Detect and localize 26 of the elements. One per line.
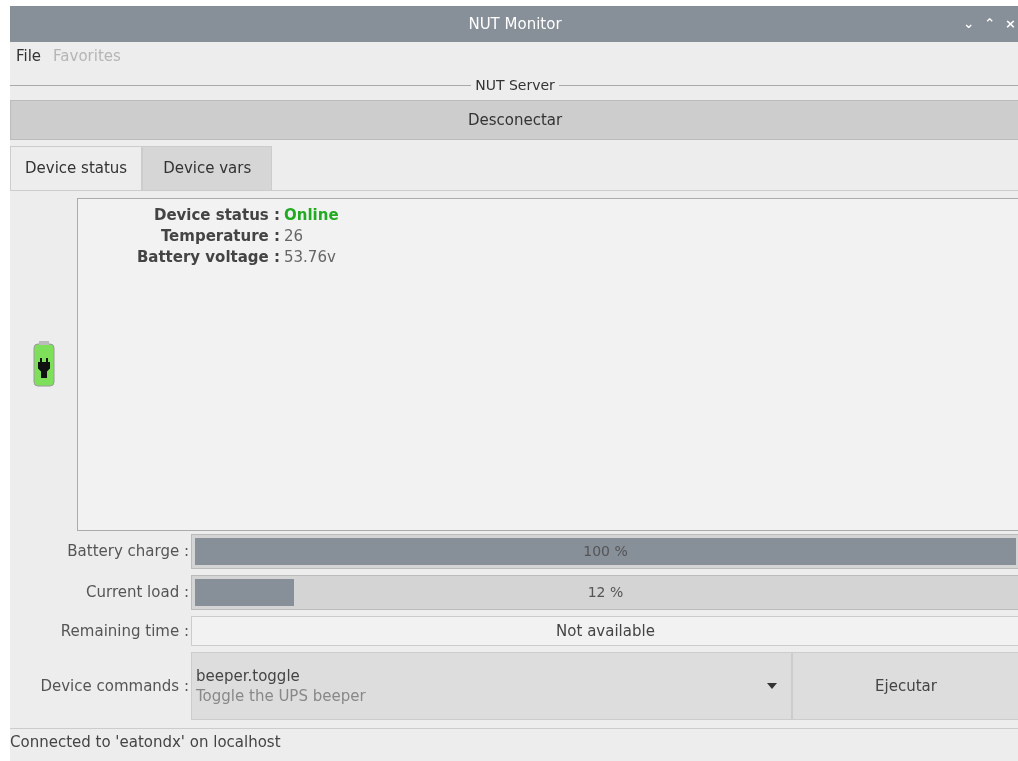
value-field: Not available: [191, 616, 1018, 646]
meter-label: Current load :: [85, 582, 190, 604]
meter-label: Remaining time :: [59, 620, 190, 642]
window-title: NUT Monitor: [468, 13, 562, 35]
command-dropdown[interactable]: beeper.toggle Toggle the UPS beeper: [191, 652, 792, 720]
progress-reading: 12 %: [586, 583, 625, 602]
tab[interactable]: Device status: [10, 146, 143, 190]
dropdown-caret-icon: [767, 683, 777, 689]
tab[interactable]: Device vars: [142, 146, 273, 190]
field-value: Online: [284, 205, 340, 226]
progress-reading: 100 %: [582, 542, 629, 561]
field-label: Device status :: [152, 205, 281, 226]
frame-title: NUT Server: [475, 75, 555, 95]
disconnect-button[interactable]: Desconectar: [10, 100, 1018, 140]
field-label: Battery voltage :: [135, 247, 281, 268]
field-value: 26: [284, 226, 305, 247]
field-value: 53.76v: [284, 247, 337, 268]
status-bar: Connected to 'eatondx' on localhost: [10, 728, 1018, 754]
battery-plug-icon: [32, 340, 55, 389]
command-description: Toggle the UPS beeper: [196, 686, 366, 706]
command-value: beeper.toggle: [196, 666, 301, 686]
commands-label: Device commands :: [39, 675, 190, 697]
menu-item[interactable]: File: [16, 44, 42, 68]
field-label: Temperature :: [159, 226, 281, 247]
meter-label: Battery charge :: [66, 541, 190, 563]
execute-button[interactable]: Ejecutar: [792, 652, 1018, 720]
